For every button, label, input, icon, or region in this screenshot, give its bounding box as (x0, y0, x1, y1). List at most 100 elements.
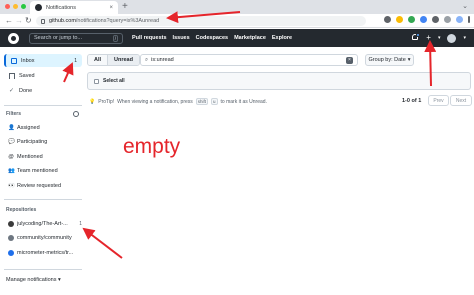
divider (4, 199, 82, 200)
repo-name: micrometer-metrics/tr... (17, 250, 74, 256)
new-tab-button[interactable]: + (122, 1, 128, 13)
sidebar-item-done[interactable]: ✓ Done (4, 84, 82, 97)
notification-list-header: Select all (87, 72, 471, 90)
protip: 💡 ProTip! When viewing a notification, p… (89, 98, 267, 105)
prev-label: Prev (433, 97, 444, 104)
sidepanel-icon[interactable] (444, 16, 451, 23)
tab-title: Notifications (46, 4, 76, 11)
github-logo-icon[interactable] (8, 32, 19, 44)
search-input[interactable]: Search or jump to... / (29, 32, 123, 44)
repositories-heading: Repositories (6, 207, 37, 213)
chevron-down-icon: ▾ (407, 57, 411, 63)
maximize-window-button[interactable] (21, 4, 26, 9)
group-by-label: Group by: Date (368, 57, 406, 63)
group-by-select[interactable]: Group by: Date ▾ (365, 54, 414, 66)
header-actions: + ▾ ▾ (411, 33, 466, 43)
u-key: u (211, 98, 218, 105)
user-avatar[interactable] (447, 33, 457, 43)
notifications-main: All Unread ⌕ is:unread × Group by: Date … (86, 47, 474, 295)
slash-key-hint: / (112, 34, 118, 42)
notifications-bell-icon[interactable] (411, 33, 421, 42)
bookmark-star-icon[interactable] (396, 16, 403, 23)
tab-menu-button[interactable]: ⌄ (462, 2, 468, 10)
github-favicon-icon (35, 4, 42, 11)
notification-filter-input[interactable]: ⌕ is:unread × (140, 54, 358, 66)
inbox-icon (11, 57, 17, 64)
extension-icon[interactable] (420, 16, 427, 23)
select-all-label: Select all (103, 78, 125, 84)
address-bar-row: ← → ↻ github.com/notifications?query=is%… (0, 14, 474, 28)
repo-name: community/community (17, 235, 72, 241)
nav-marketplace[interactable]: Marketplace (234, 35, 266, 41)
shift-key: shift (195, 98, 209, 105)
filter-label: Mentioned (17, 154, 43, 160)
empty-annotation-text: empty (123, 135, 181, 158)
create-new-button[interactable]: + (426, 34, 431, 42)
divider (4, 269, 82, 270)
protip-text: to mark it as Unread. (220, 98, 267, 105)
sidebar-item-inbox[interactable]: Inbox 1 (4, 54, 82, 67)
clear-filter-button[interactable]: × (346, 56, 353, 64)
sidebar-item-saved[interactable]: Saved (4, 69, 82, 82)
filter-mentioned[interactable]: @ Mentioned (8, 154, 43, 160)
repo-avatar (8, 235, 14, 241)
filter-assigned[interactable]: 👤 Assigned (8, 125, 40, 131)
lightbulb-icon: 💡 (89, 98, 96, 105)
repo-avatar (8, 250, 14, 256)
tab-unread[interactable]: Unread (108, 55, 139, 65)
repo-item-julycoding[interactable]: julycoding/The-Art-... 1 (8, 221, 82, 227)
sidebar-item-label: Saved (19, 72, 35, 79)
reload-icon[interactable]: ↻ (25, 15, 32, 27)
filter-query: is:unread (151, 57, 174, 63)
filter-label: Assigned (17, 125, 40, 131)
window-controls (5, 4, 26, 9)
inbox-count-badge: 1 (74, 57, 77, 64)
profile-avatar[interactable] (456, 16, 463, 23)
bookmark-icon (9, 72, 15, 79)
speech-bubble-icon: 💬 (8, 139, 15, 145)
gear-icon[interactable] (73, 111, 79, 117)
repo-name: julycoding/The-Art-... (17, 221, 68, 227)
forward-icon[interactable]: → (15, 15, 23, 27)
search-placeholder: Search or jump to... (34, 35, 82, 41)
nav-pull-requests[interactable]: Pull requests (132, 35, 167, 41)
puzzle-icon[interactable] (432, 16, 439, 23)
header-nav: Pull requests Issues Codespaces Marketpl… (132, 35, 292, 41)
minimize-window-button[interactable] (13, 4, 18, 9)
repo-item-community[interactable]: community/community (8, 235, 82, 241)
filter-label: Participating (17, 139, 48, 145)
extension-icon[interactable] (408, 16, 415, 23)
close-window-button[interactable] (5, 4, 10, 9)
protip-lead: ProTip! (98, 98, 115, 105)
extension-toolbar (384, 16, 470, 23)
kebab-menu-icon[interactable] (468, 16, 470, 23)
create-caret-icon[interactable]: ▾ (438, 35, 441, 41)
filters-heading: Filters (6, 111, 22, 117)
next-label: Next (455, 97, 467, 104)
team-icon: 👥 (8, 168, 15, 174)
next-button[interactable]: Next (450, 95, 472, 106)
filter-label: Team mentioned (17, 168, 58, 174)
repo-item-micrometer[interactable]: micrometer-metrics/tr... (8, 250, 82, 256)
nav-explore[interactable]: Explore (272, 35, 292, 41)
nav-codespaces[interactable]: Codespaces (196, 35, 228, 41)
person-icon: 👤 (8, 125, 15, 131)
prev-button[interactable]: Prev (428, 95, 449, 106)
unread-dot-icon (416, 33, 421, 37)
url-field[interactable]: github.com/notifications?query=is%3Aunre… (36, 16, 366, 26)
filter-review-requested[interactable]: 👀 Review requested (8, 183, 61, 189)
filter-team-mentioned[interactable]: 👥 Team mentioned (8, 168, 58, 174)
share-icon[interactable] (384, 16, 391, 23)
at-sign-icon: @ (8, 154, 14, 160)
search-icon: ⌕ (145, 56, 149, 63)
nav-issues[interactable]: Issues (173, 35, 190, 41)
avatar-caret-icon[interactable]: ▾ (463, 35, 466, 41)
browser-tab[interactable]: Notifications × (30, 1, 118, 14)
check-icon: ✓ (9, 87, 15, 94)
manage-notifications-link[interactable]: Manage notifications ▾ (6, 277, 61, 283)
select-all-checkbox[interactable] (94, 78, 99, 84)
filter-participating[interactable]: 💬 Participating (8, 139, 47, 145)
tab-all[interactable]: All (88, 55, 109, 65)
back-icon[interactable]: ← (5, 15, 13, 27)
tab-close-button[interactable]: × (109, 5, 113, 11)
